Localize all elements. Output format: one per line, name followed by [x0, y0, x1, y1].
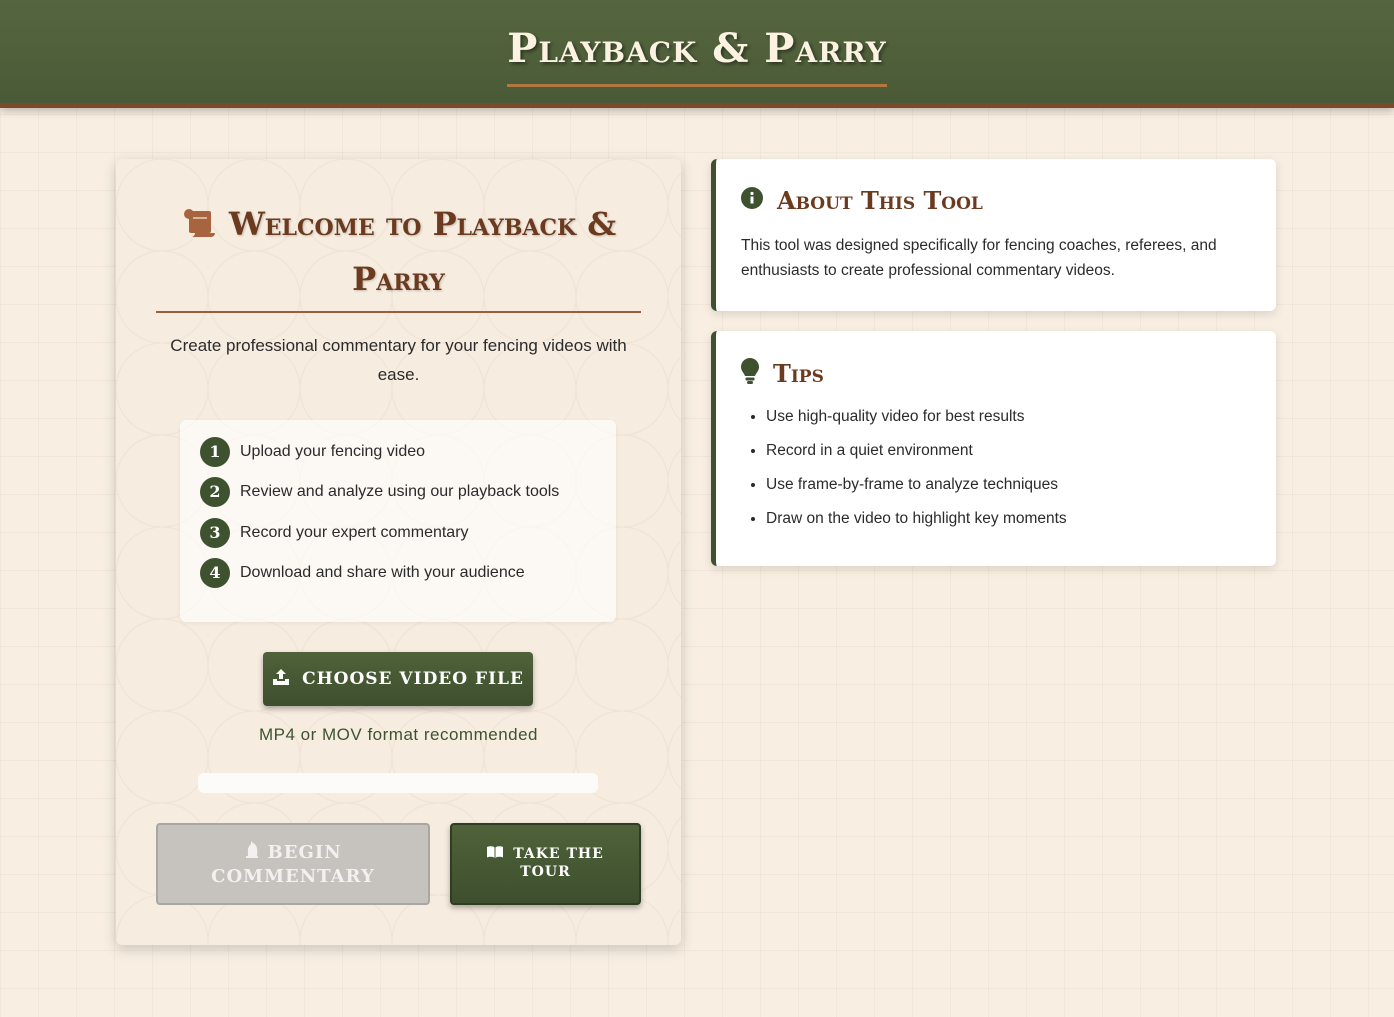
scroll-icon	[181, 203, 219, 254]
about-title: About This Tool	[777, 186, 983, 215]
app-header: Playback & Parry	[0, 0, 1394, 108]
begin-commentary-label-line1: BEGIN	[267, 842, 342, 863]
tips-card: Tips Use high-quality video for best res…	[711, 331, 1276, 566]
begin-commentary-button[interactable]: BEGIN COMMENTARY	[156, 823, 430, 905]
step-number: 2	[200, 477, 230, 507]
step-number: 3	[200, 518, 230, 548]
step-text: Record your expert commentary	[240, 524, 469, 541]
choose-video-file-label: CHOOSE VIDEO FILE	[302, 669, 524, 689]
choose-video-file-button[interactable]: CHOOSE VIDEO FILE	[263, 652, 533, 706]
welcome-subtitle: Create professional commentary for your …	[170, 336, 627, 384]
step-text: Review and analyze using our playback to…	[240, 483, 560, 500]
tips-title: Tips	[773, 359, 824, 388]
step-item: 2 Review and analyze using our playback …	[200, 477, 600, 507]
take-the-tour-label-line2: TOUR	[520, 864, 571, 880]
about-card: About This Tool This tool was designed s…	[711, 159, 1276, 311]
welcome-title: Welcome to Playback & Parry	[228, 205, 617, 298]
tips-header: Tips	[741, 358, 824, 389]
upload-progress-bar	[198, 773, 598, 793]
step-item: 1 Upload your fencing video	[200, 437, 600, 467]
tip-item: Draw on the video to highlight key momen…	[766, 509, 1067, 543]
tips-list: Use high-quality video for best results …	[766, 407, 1067, 543]
format-note: MP4 or MOV format recommended	[258, 725, 539, 744]
welcome-header: Welcome to Playback & Parry	[156, 199, 641, 313]
about-text: This tool was designed specifically for …	[741, 237, 1217, 279]
upload-icon	[272, 668, 290, 691]
begin-commentary-label-line2: COMMENTARY	[211, 866, 375, 887]
app-title: Playback & Parry	[507, 28, 887, 87]
step-text: Upload your fencing video	[240, 443, 426, 460]
steps-list: 1 Upload your fencing video 2 Review and…	[180, 420, 616, 622]
step-item: 3 Record your expert commentary	[200, 518, 600, 548]
lightbulb-icon	[741, 358, 759, 389]
chess-knight-icon	[244, 840, 260, 865]
step-number: 1	[200, 437, 230, 467]
welcome-title-wrap: Welcome to Playback & Parry	[156, 199, 641, 305]
info-circle-icon	[741, 187, 763, 214]
book-open-icon	[487, 845, 504, 863]
welcome-card: Welcome to Playback & Parry Create profe…	[116, 159, 681, 945]
step-text: Download and share with your audience	[240, 564, 525, 581]
take-the-tour-button[interactable]: TAKE THE TOUR	[450, 823, 641, 905]
tip-item: Record in a quiet environment	[766, 441, 1067, 475]
step-item: 4 Download and share with your audience	[200, 558, 600, 588]
tip-item: Use frame-by-frame to analyze techniques	[766, 475, 1067, 509]
step-number: 4	[200, 558, 230, 588]
about-header: About This Tool	[741, 186, 983, 215]
tip-item: Use high-quality video for best results	[766, 407, 1067, 441]
take-the-tour-label-line1: TAKE THE	[513, 846, 604, 862]
